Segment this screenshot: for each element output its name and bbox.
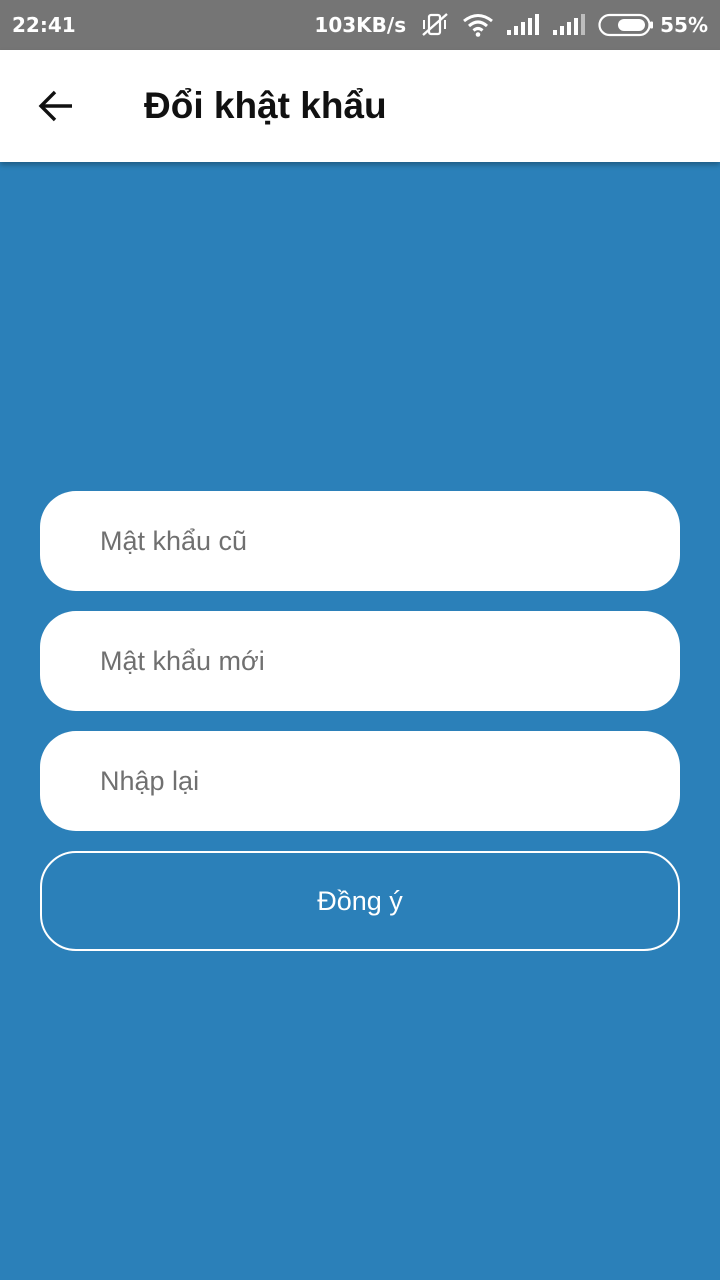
status-time: 22:41 (12, 13, 76, 37)
status-icons: 103KB/s 55% (314, 0, 708, 50)
vibrate-off-icon (420, 12, 450, 38)
wifi-icon (462, 13, 494, 37)
confirm-password-field[interactable]: Nhập lại (40, 731, 680, 831)
app-bar: Đổi khật khẩu (0, 50, 720, 162)
status-bar: 22:41 103KB/s 55% (0, 0, 720, 50)
change-password-form: Mật khẩu cũ Mật khẩu mới Nhập lại Đồng ý (40, 491, 680, 951)
new-password-placeholder: Mật khẩu mới (100, 645, 265, 676)
old-password-field[interactable]: Mật khẩu cũ (40, 491, 680, 591)
submit-button[interactable]: Đồng ý (40, 851, 680, 951)
page-title: Đổi khật khẩu (144, 85, 387, 126)
old-password-placeholder: Mật khẩu cũ (100, 525, 248, 556)
confirm-password-placeholder: Nhập lại (100, 765, 200, 796)
back-button[interactable] (28, 78, 84, 134)
battery-icon (598, 13, 654, 37)
signal-icon (506, 14, 540, 36)
submit-label: Đồng ý (317, 885, 403, 916)
battery-percent: 55% (660, 13, 708, 37)
network-speed: 103KB/s (314, 13, 407, 37)
arrow-left-icon (38, 90, 72, 122)
new-password-field[interactable]: Mật khẩu mới (40, 611, 680, 711)
signal-icon (552, 14, 586, 36)
